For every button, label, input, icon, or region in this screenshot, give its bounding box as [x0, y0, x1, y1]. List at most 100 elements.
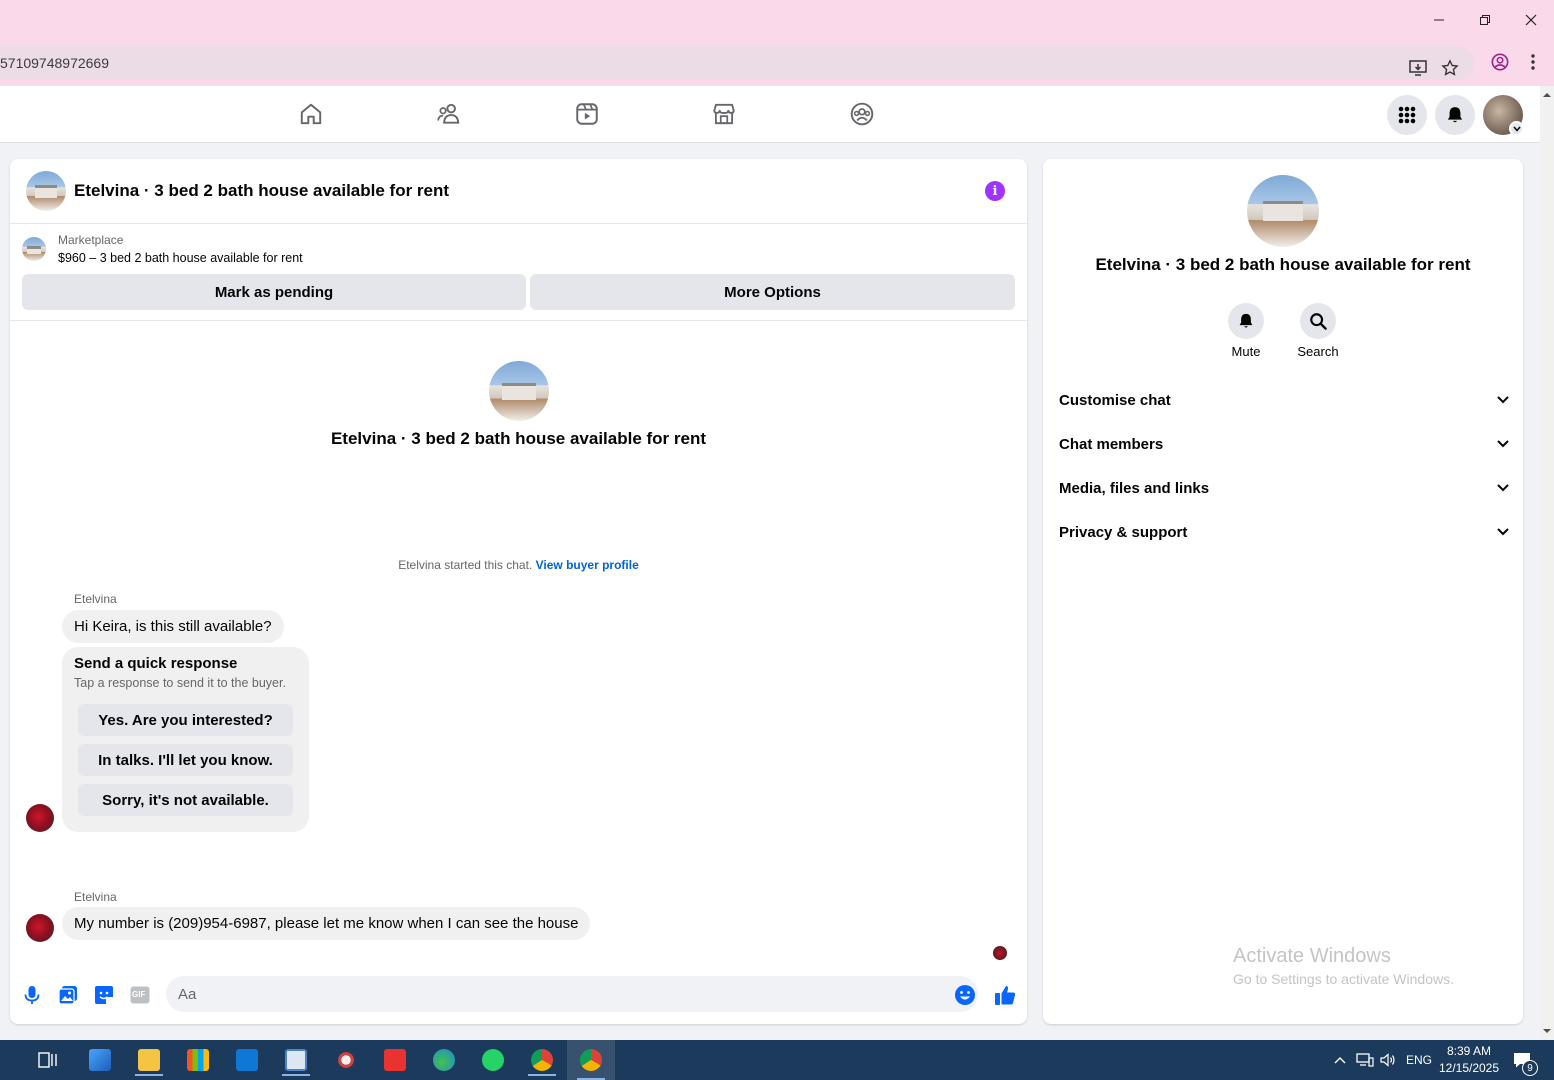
taskbar-app-whatsapp[interactable]	[473, 1044, 513, 1076]
account-chevron-down-icon[interactable]	[1509, 121, 1524, 136]
mark-as-pending-button[interactable]: Mark as pending	[22, 274, 526, 310]
chrome-icon	[531, 1049, 553, 1071]
marketplace-icon	[713, 103, 735, 125]
home-tab[interactable]	[297, 100, 325, 128]
quick-response-option[interactable]: Yes. Are you interested?	[78, 704, 293, 736]
attach-photo-button[interactable]	[56, 983, 80, 1007]
chevron-down-icon	[1497, 528, 1509, 536]
task-view-button[interactable]	[28, 1044, 68, 1076]
taskbar-clock[interactable]: 8:39 AM 12/15/2025	[1434, 1043, 1504, 1077]
more-options-button[interactable]: More Options	[530, 274, 1015, 310]
restore-icon	[1480, 15, 1490, 25]
mute-button[interactable]	[1228, 303, 1264, 339]
bookmark-star-icon[interactable]	[1440, 58, 1460, 78]
view-buyer-profile-link[interactable]: View buyer profile	[536, 558, 639, 572]
gif-label: GIF	[132, 990, 146, 999]
mail-icon	[236, 1049, 258, 1071]
input-language[interactable]: ENG	[1406, 1040, 1432, 1080]
info-icon[interactable]: i	[985, 181, 1005, 201]
search-action[interactable]: Search	[1283, 303, 1353, 359]
restore-button[interactable]	[1462, 0, 1508, 40]
emoji-button[interactable]	[953, 983, 977, 1007]
media-files-links-section[interactable]: Media, files and links	[1059, 468, 1509, 508]
page-scrollbar[interactable]	[1540, 86, 1554, 1040]
section-label: Privacy & support	[1059, 523, 1188, 541]
sticker-icon	[95, 986, 113, 1004]
customise-chat-section[interactable]: Customise chat	[1059, 380, 1509, 420]
address-bar[interactable]: 57109748972669	[0, 46, 1474, 80]
speaker-icon	[1380, 1053, 1395, 1067]
snip-icon	[335, 1049, 357, 1071]
read-receipt-avatar	[993, 946, 1007, 960]
sender-avatar[interactable]	[26, 804, 54, 832]
started-text: Etelvina started this chat.	[398, 558, 533, 572]
taskbar-app-photos[interactable]	[276, 1044, 316, 1076]
minimize-button[interactable]	[1416, 0, 1462, 40]
mute-action[interactable]: Mute	[1211, 303, 1281, 359]
scroll-down-icon[interactable]	[1540, 1024, 1554, 1038]
search-button[interactable]	[1300, 303, 1336, 339]
video-tab[interactable]	[573, 100, 601, 128]
marketplace-tab[interactable]	[710, 100, 738, 128]
groups-tab[interactable]	[848, 100, 876, 128]
taskbar-app-file-explorer[interactable]	[129, 1044, 169, 1076]
browser-menu-icon[interactable]	[1523, 52, 1543, 72]
close-window-button[interactable]	[1508, 0, 1554, 40]
menu-grid-button[interactable]	[1387, 95, 1427, 135]
notifications-button[interactable]	[1435, 95, 1475, 135]
listing-small-thumbnail[interactable]	[22, 237, 46, 261]
sticker-button[interactable]	[92, 983, 116, 1007]
microphone-icon	[24, 986, 40, 1004]
chat-members-section[interactable]: Chat members	[1059, 424, 1509, 464]
scroll-up-icon[interactable]	[1540, 88, 1554, 102]
network-icon	[1356, 1053, 1374, 1067]
bell-icon	[1447, 107, 1463, 123]
facebook-navbar	[0, 86, 1540, 143]
profile-icon[interactable]	[1490, 52, 1510, 72]
taskbar-app-anydesk[interactable]	[375, 1044, 415, 1076]
quick-response-option[interactable]: In talks. I'll let you know.	[78, 744, 293, 776]
whatsapp-icon	[482, 1049, 504, 1071]
privacy-support-section[interactable]: Privacy & support	[1059, 512, 1509, 552]
listing-price[interactable]: $960 – 3 bed 2 bath house available for …	[58, 251, 303, 265]
listing-thumbnail[interactable]	[26, 171, 66, 211]
message-bubble[interactable]: My number is (209)954-6987, please let m…	[62, 907, 591, 940]
message-bubble[interactable]: Hi Keira, is this still available?	[62, 610, 284, 643]
windows-taskbar: ENG 8:39 AM 12/15/2025 9	[0, 1040, 1554, 1080]
anydesk-icon	[384, 1049, 406, 1071]
gif-button[interactable]: GIF	[128, 983, 152, 1007]
network-status[interactable]	[1356, 1040, 1374, 1080]
address-text[interactable]: 57109748972669	[0, 55, 109, 71]
watermark-line2: Go to Settings to activate Windows.	[1233, 971, 1454, 987]
taskbar-app-snipping[interactable]	[326, 1044, 366, 1076]
taskbar-app-mail[interactable]	[227, 1044, 267, 1076]
sidebar-avatar	[1247, 175, 1319, 247]
install-app-icon[interactable]	[1408, 58, 1428, 78]
sender-avatar[interactable]	[26, 914, 54, 942]
notification-count: 9	[1522, 1060, 1538, 1076]
folder-icon	[138, 1049, 160, 1071]
photo-icon	[58, 986, 77, 1005]
like-send-button[interactable]	[993, 983, 1017, 1007]
edge-icon	[433, 1049, 455, 1071]
taskbar-app-store[interactable]	[178, 1044, 218, 1076]
quick-response-option[interactable]: Sorry, it's not available.	[78, 784, 293, 816]
voice-clip-button[interactable]	[20, 983, 44, 1007]
chat-title[interactable]: Etelvina · 3 bed 2 bath house available …	[74, 181, 449, 201]
chrome-profile-icon	[580, 1049, 602, 1071]
section-label: Media, files and links	[1059, 479, 1210, 497]
chat-center-title: Etelvina · 3 bed 2 bath house available …	[330, 429, 707, 448]
chevron-down-icon	[1497, 440, 1509, 448]
chat-header: Etelvina · 3 bed 2 bath house available …	[10, 159, 1027, 224]
taskbar-app-edge[interactable]	[424, 1044, 464, 1076]
friends-tab[interactable]	[435, 100, 463, 128]
chat-details-sidebar: Etelvina · 3 bed 2 bath house available …	[1043, 159, 1523, 1024]
action-center-button[interactable]: 9	[1512, 1040, 1538, 1080]
taskbar-app-chrome-profile[interactable]	[567, 1040, 615, 1080]
taskbar-app-system[interactable]	[80, 1044, 120, 1076]
taskbar-app-chrome[interactable]	[522, 1044, 562, 1076]
show-hidden-icons[interactable]	[1333, 1040, 1347, 1080]
chevron-down-icon	[1497, 396, 1509, 404]
message-input[interactable]	[166, 976, 978, 1012]
volume-control[interactable]	[1380, 1040, 1396, 1080]
